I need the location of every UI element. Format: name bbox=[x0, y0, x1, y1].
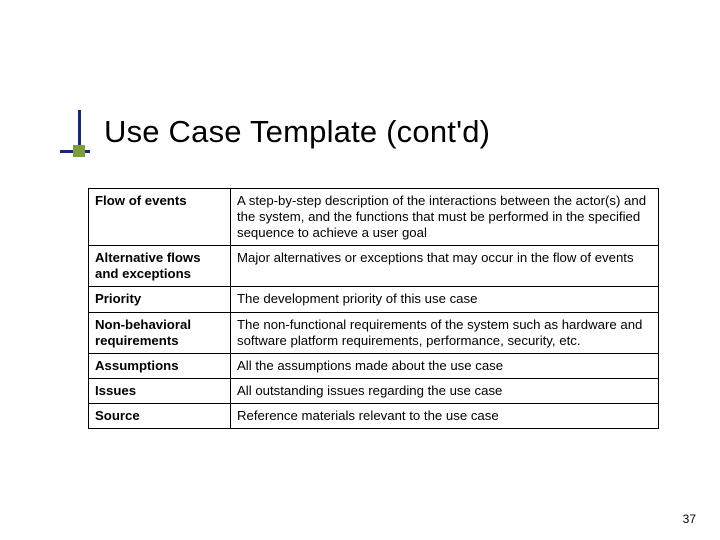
row-desc: All the assumptions made about the use c… bbox=[231, 353, 659, 378]
row-desc: Major alternatives or exceptions that ma… bbox=[231, 246, 659, 287]
use-case-table: Flow of events A step-by-step descriptio… bbox=[88, 188, 659, 429]
row-label: Issues bbox=[89, 378, 231, 403]
slide-title: Use Case Template (cont'd) bbox=[104, 114, 490, 150]
table-row: Non-behavioral requirements The non-func… bbox=[89, 312, 659, 353]
row-desc: The development priority of this use cas… bbox=[231, 287, 659, 312]
row-desc: A step-by-step description of the intera… bbox=[231, 189, 659, 246]
table-row: Source Reference materials relevant to t… bbox=[89, 403, 659, 428]
row-desc: Reference materials relevant to the use … bbox=[231, 403, 659, 428]
page-number: 37 bbox=[683, 512, 696, 526]
row-label: Assumptions bbox=[89, 353, 231, 378]
row-label: Non-behavioral requirements bbox=[89, 312, 231, 353]
slide: Use Case Template (cont'd) Flow of event… bbox=[0, 0, 720, 540]
table-row: Issues All outstanding issues regarding … bbox=[89, 378, 659, 403]
table-row: Assumptions All the assumptions made abo… bbox=[89, 353, 659, 378]
row-desc: The non-functional requirements of the s… bbox=[231, 312, 659, 353]
row-label: Flow of events bbox=[89, 189, 231, 246]
row-label: Source bbox=[89, 403, 231, 428]
table-row: Priority The development priority of thi… bbox=[89, 287, 659, 312]
row-label: Alternative flows and exceptions bbox=[89, 246, 231, 287]
table-row: Alternative flows and exceptions Major a… bbox=[89, 246, 659, 287]
row-desc: All outstanding issues regarding the use… bbox=[231, 378, 659, 403]
accent-icon bbox=[60, 110, 90, 156]
row-label: Priority bbox=[89, 287, 231, 312]
table-row: Flow of events A step-by-step descriptio… bbox=[89, 189, 659, 246]
